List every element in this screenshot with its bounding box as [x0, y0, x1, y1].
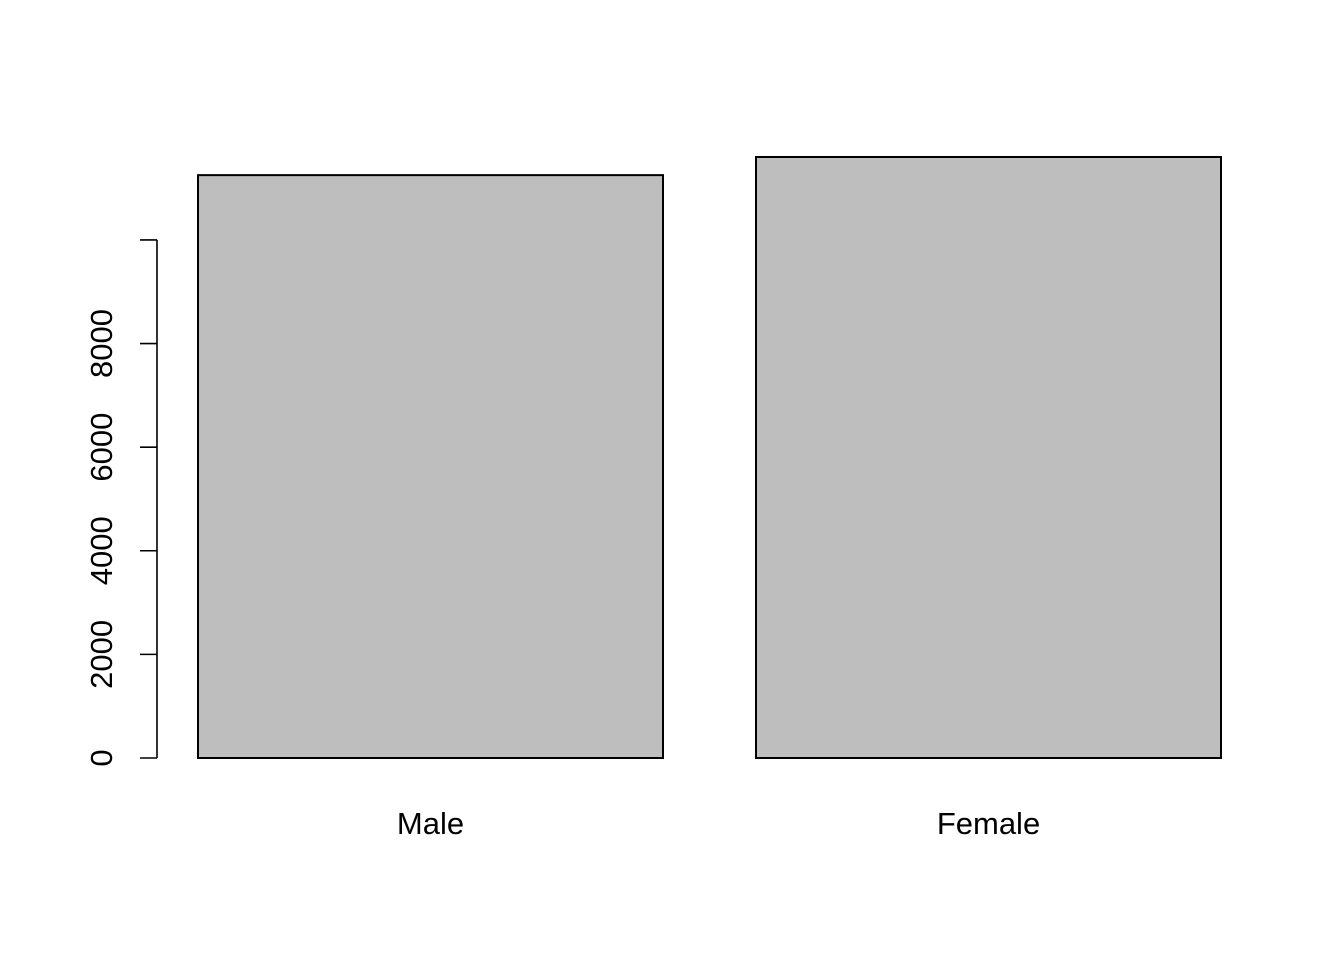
y-tick-label: 8000 — [84, 309, 119, 378]
bars-group — [197, 156, 1222, 760]
y-tick-label: 6000 — [84, 413, 119, 482]
y-tick-label: 2000 — [84, 620, 119, 689]
x-axis-labels: Male Female — [397, 806, 1040, 841]
bar-female — [755, 156, 1222, 759]
category-label-female: Female — [937, 806, 1040, 841]
y-tick-label: 0 — [84, 749, 119, 766]
category-label-male: Male — [397, 806, 464, 841]
y-axis: 0 2000 4000 6000 8000 — [84, 239, 158, 767]
y-tick-label: 4000 — [84, 516, 119, 585]
bar-male — [197, 174, 664, 760]
bar-chart: 0 2000 4000 6000 8000 Male Female — [84, 156, 1222, 841]
